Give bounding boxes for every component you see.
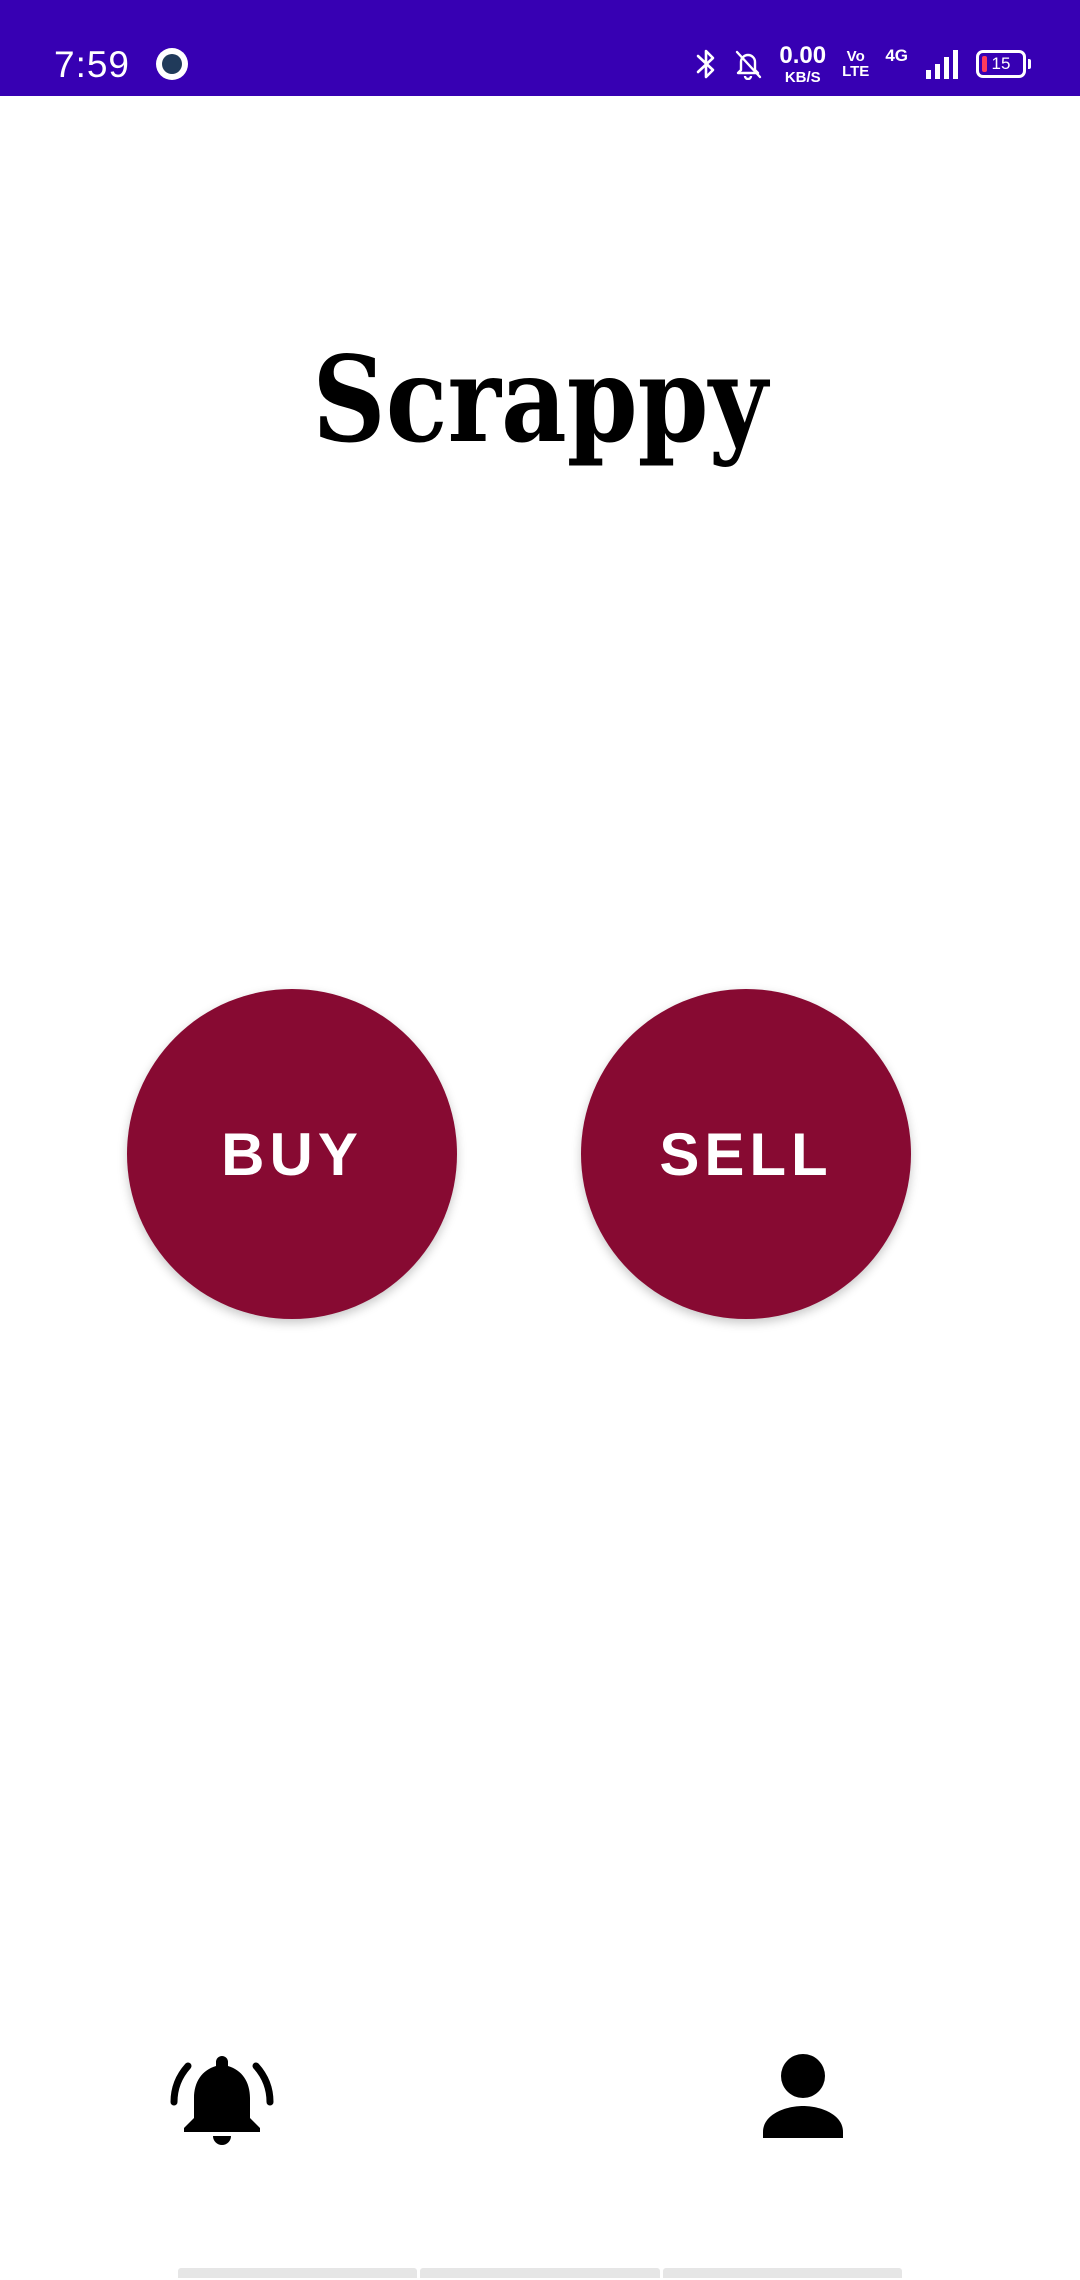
status-time: 7:59 [54, 44, 131, 85]
volte-bottom: LTE [842, 63, 870, 80]
notifications-off-icon [733, 48, 763, 80]
status-bar: 7:59 0.00 KB/S Vo LTE 4G 15 [0, 0, 1080, 96]
net-speed-unit: KB/S [784, 68, 821, 86]
volte-top: Vo [846, 48, 865, 65]
battery-level: 15 [991, 54, 1011, 73]
battery-icon: 15 [976, 50, 1031, 78]
app-notification-icon [156, 48, 188, 80]
gesture-bar [178, 2268, 902, 2278]
sell-button[interactable]: SELL [581, 989, 911, 1319]
bluetooth-icon [695, 47, 717, 81]
net-speed-value: 0.00 [779, 41, 827, 69]
gesture-bar-segment [420, 2268, 660, 2278]
app-title: Scrappy [312, 330, 768, 469]
volte-indicator: Vo LTE [842, 49, 869, 79]
notification-bell-icon[interactable] [170, 2050, 274, 2150]
gesture-bar-segment [662, 2268, 902, 2278]
network-type: 4G [885, 46, 908, 65]
net-speed: 0.00 KB/S [779, 41, 827, 86]
status-icons: 0.00 KB/S Vo LTE 4G 15 [695, 41, 1031, 86]
gesture-bar-segment [178, 2268, 418, 2278]
signal-strength-icon [924, 48, 960, 80]
profile-icon[interactable] [758, 2052, 848, 2142]
buy-button[interactable]: BUY [127, 989, 457, 1319]
